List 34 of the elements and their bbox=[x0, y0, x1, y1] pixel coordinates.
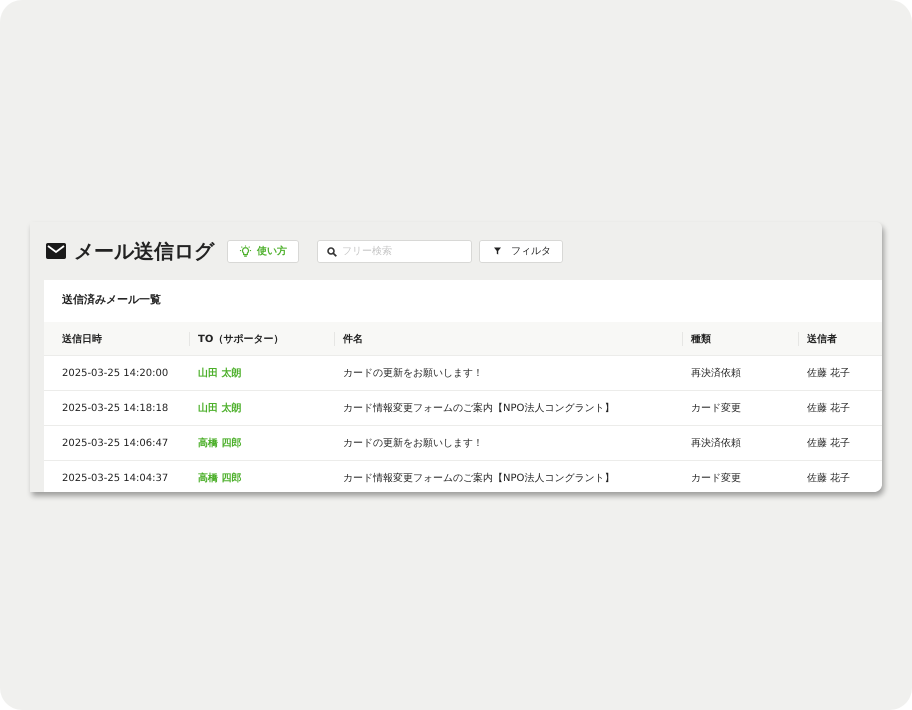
column-header: 件名 bbox=[334, 332, 363, 346]
table-cell-text: 佐藤 花子 bbox=[806, 472, 850, 485]
search-field[interactable]: フリー検索 bbox=[317, 240, 472, 262]
search-icon bbox=[327, 246, 337, 256]
table-cell-text: カードの更新をお願いします！ bbox=[342, 366, 483, 380]
card-title: 送信済みメール一覧 bbox=[61, 292, 162, 308]
supporter-link[interactable]: 高橋 四郎 bbox=[198, 473, 242, 484]
filter-button[interactable]: フィルタ bbox=[479, 240, 563, 262]
column-header: TO（サポーター） bbox=[189, 332, 284, 346]
mail-icon bbox=[46, 243, 66, 259]
table-cell-text: カード情報変更フォームのご案内【NPO法人コングラント】 bbox=[342, 472, 614, 485]
table-cell-text: 佐藤 花子 bbox=[806, 402, 850, 415]
table-cell-text: 2025-03-25 14:18:18 bbox=[61, 402, 168, 414]
supporter-link[interactable]: 山田 太朗 bbox=[198, 368, 242, 379]
table-cell-text: カード変更 bbox=[690, 472, 741, 485]
table-cell-text: カード変更 bbox=[690, 402, 741, 415]
table-cell-text: 再決済依頼 bbox=[690, 366, 741, 380]
table-cell-text: 佐藤 花子 bbox=[806, 366, 850, 380]
table-cell-text: 2025-03-25 14:20:00 bbox=[61, 368, 168, 378]
column-header: 送信者 bbox=[798, 332, 837, 346]
column-header: 種類 bbox=[682, 332, 711, 346]
table-cell-text: 再決済依頼 bbox=[690, 436, 741, 450]
filter-icon bbox=[494, 246, 501, 256]
table-cell-text: 2025-03-25 14:04:37 bbox=[61, 472, 168, 484]
table-cell-text: カード情報変更フォームのご案内【NPO法人コングラント】 bbox=[342, 402, 614, 415]
table-cell-text: カードの更新をお願いします！ bbox=[342, 436, 483, 450]
supporter-link[interactable]: 山田 太朗 bbox=[198, 403, 242, 414]
page-title: メール送信ログ bbox=[74, 238, 214, 264]
table-cell-text: 2025-03-25 14:06:47 bbox=[61, 438, 168, 448]
column-header: 送信日時 bbox=[61, 332, 102, 346]
lightbulb-icon bbox=[239, 244, 252, 258]
supporter-link[interactable]: 高橋 四郎 bbox=[198, 438, 242, 449]
help-button[interactable]: 使い方 bbox=[227, 240, 299, 262]
table-cell-text: 佐藤 花子 bbox=[806, 436, 850, 450]
